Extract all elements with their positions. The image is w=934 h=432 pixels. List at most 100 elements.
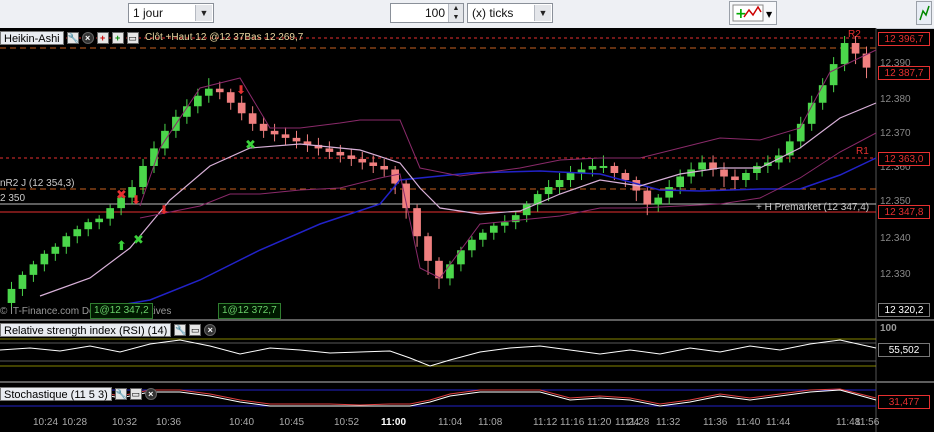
candle-body <box>753 165 761 173</box>
candle-body <box>95 218 104 223</box>
x-tick: 11:56 <box>855 417 880 428</box>
candle-body <box>215 88 224 93</box>
window-icon[interactable]: ▭ <box>129 388 142 400</box>
close-icon[interactable]: × <box>81 32 94 44</box>
position-box[interactable]: 1@12 347,2 <box>90 303 153 319</box>
candle-body <box>654 197 663 205</box>
candle-body <box>851 43 860 54</box>
x-tick: 11:40 <box>736 417 761 428</box>
down-arrow-icon: ⬇ <box>159 203 169 217</box>
x-tick: 11:04 <box>438 417 463 428</box>
candle-body <box>226 92 235 103</box>
close-icon[interactable]: × <box>204 324 217 336</box>
candle-body <box>73 229 82 237</box>
down-arrow-icon: ⬇ <box>236 83 246 97</box>
buy-signal-icon: ✖ <box>133 233 144 248</box>
close-icon[interactable]: × <box>144 388 157 400</box>
candle-body <box>665 187 674 198</box>
candle-body <box>347 155 356 159</box>
price-tag-r1: 12 363,0 <box>878 152 930 166</box>
candle-body <box>829 64 838 86</box>
candle-body <box>446 264 454 279</box>
candle-body <box>621 173 630 181</box>
ohlc-legend: Clôt +Haut 12 @12 37Bas 12 269,7 <box>145 32 304 43</box>
candle-body <box>457 250 465 265</box>
rsi-panel-title: Relative strength index (RSI) (14) <box>0 323 172 337</box>
x-tick: 11:20 <box>587 417 612 428</box>
candle-body <box>204 88 213 96</box>
wrench-icon[interactable]: 🔧 <box>174 324 186 336</box>
x-tick: 11:44 <box>766 417 791 428</box>
rsi-panel-header: Relative strength index (RSI) (14) 🔧 ▭ × <box>0 323 217 337</box>
x-tick: 11:08 <box>478 417 503 428</box>
price-tag-last: 12 387,7 <box>878 66 930 80</box>
pivot-r2j-label: nR2 J (12 354,3) <box>0 178 75 189</box>
rsi-line <box>0 339 877 367</box>
candle-body <box>281 134 290 138</box>
x-tick: 10:24 <box>33 417 59 428</box>
x-tick: 10:40 <box>229 417 255 428</box>
chart-curve-icon <box>919 5 930 21</box>
stoch-value-tag: 31,477 <box>878 395 930 409</box>
wrench-icon[interactable]: 🔧 <box>114 388 127 400</box>
wrench-icon[interactable]: 🔧 <box>66 32 79 44</box>
chevron-down-icon[interactable]: ▼ <box>195 5 212 21</box>
period-select[interactable]: 1 jour ▼ <box>128 3 214 23</box>
r1-label: R1 <box>856 146 869 157</box>
y-tick: 12.340 <box>880 233 911 244</box>
sell-signal-icon: ✖ <box>116 188 127 203</box>
candle-body <box>742 173 750 181</box>
y-tick: 12.370 <box>880 128 911 139</box>
buy-signal-icon: ✖ <box>245 138 256 153</box>
chevron-down-icon[interactable]: ▼ <box>534 5 551 21</box>
side-panel-toggle[interactable] <box>916 1 932 25</box>
candle-body <box>500 222 509 226</box>
spinner-icon[interactable]: ▲ ▼ <box>448 4 463 22</box>
candle-body <box>51 246 60 254</box>
add-indicator-button[interactable]: + ▼ <box>729 1 777 25</box>
candle-body <box>193 95 202 107</box>
candle-body <box>292 137 301 142</box>
indicator-chart-icon: + ▼ <box>732 4 773 22</box>
add-red-icon[interactable]: + <box>96 32 109 44</box>
candle-body <box>237 102 246 114</box>
candle-body <box>840 43 849 65</box>
candle-body <box>106 208 114 219</box>
stoch-panel-title: Stochastique (11 5 3) <box>0 387 112 401</box>
candle-body <box>325 148 334 152</box>
candle-body <box>358 158 367 163</box>
window-icon[interactable]: ▭ <box>126 32 139 44</box>
top-toolbar: 1 jour ▼ 100 ▲ ▼ (x) ticks ▼ + ▼ <box>0 0 934 29</box>
y-tick: 12.380 <box>880 94 911 105</box>
candle-body <box>676 176 685 188</box>
ticks-count-input[interactable]: 100 ▲ ▼ <box>390 3 464 23</box>
candle-body <box>643 190 652 205</box>
x-tick: 10:36 <box>156 417 182 428</box>
window-icon[interactable]: ▭ <box>189 324 202 336</box>
candle-body <box>610 165 619 173</box>
svg-text:▼: ▼ <box>766 10 773 19</box>
up-arrow-icon: ⬆ <box>116 239 127 254</box>
candle-body <box>161 130 169 149</box>
ticks-count-value: 100 <box>424 6 445 20</box>
position-box[interactable]: 1@12 372,7 <box>218 303 281 319</box>
candle-body <box>588 165 597 170</box>
ticks-unit-value: (x) ticks <box>472 6 514 20</box>
candle-body <box>566 173 575 181</box>
down-arrow-icon: ⬇ <box>131 193 141 207</box>
x-tick: 10:32 <box>112 417 138 428</box>
candle-body <box>259 123 268 131</box>
main-panel-title: Heikin-Ashi <box>0 31 64 45</box>
x-tick: 11:00 <box>381 417 407 428</box>
ticks-unit-select[interactable]: (x) ticks ▼ <box>467 3 553 23</box>
candle-body <box>369 162 378 166</box>
x-tick: 10:45 <box>279 417 305 428</box>
candle-body <box>40 253 49 265</box>
add-green-icon[interactable]: + <box>111 32 124 44</box>
x-tick: 11:36 <box>703 417 728 428</box>
candle-body <box>84 222 93 230</box>
candle-body <box>336 151 345 156</box>
x-tick: 10:28 <box>62 417 88 428</box>
candle-body <box>7 288 16 303</box>
stoch-panel-header: Stochastique (11 5 3) 🔧 ▭ × <box>0 387 157 401</box>
